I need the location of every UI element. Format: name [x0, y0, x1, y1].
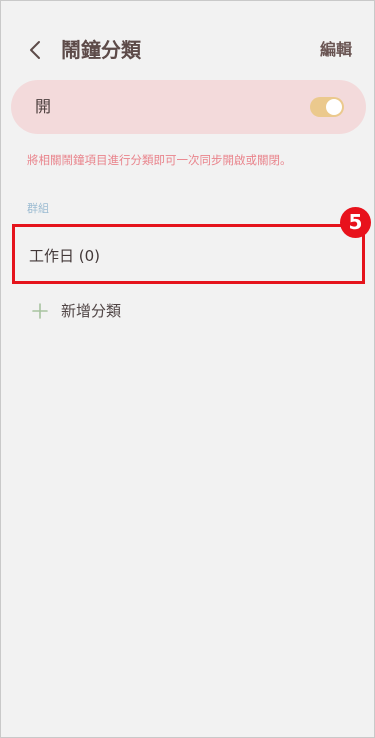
app-header: 鬧鐘分類 編輯 [1, 29, 374, 73]
toggle-knob [326, 99, 342, 115]
category-item-workday[interactable]: 工作日 (0) [12, 224, 365, 284]
master-switch-label: 開 [35, 97, 52, 116]
page-title: 鬧鐘分類 [61, 38, 141, 62]
plus-icon [31, 302, 49, 320]
edit-button[interactable]: 編輯 [320, 39, 352, 61]
category-item-label: 工作日 (0) [29, 247, 101, 265]
master-toggle-switch[interactable] [310, 97, 344, 117]
master-switch-row[interactable]: 開 [11, 80, 366, 134]
chevron-left-icon [23, 37, 49, 63]
groups-section-label: 群組 [27, 202, 49, 215]
add-category-label: 新增分類 [61, 302, 122, 320]
back-button[interactable] [23, 37, 49, 63]
step-number-badge: 5 [340, 207, 371, 238]
description-text: 將相關鬧鐘項目進行分類即可一次同步開啟或關閉。 [27, 153, 292, 167]
